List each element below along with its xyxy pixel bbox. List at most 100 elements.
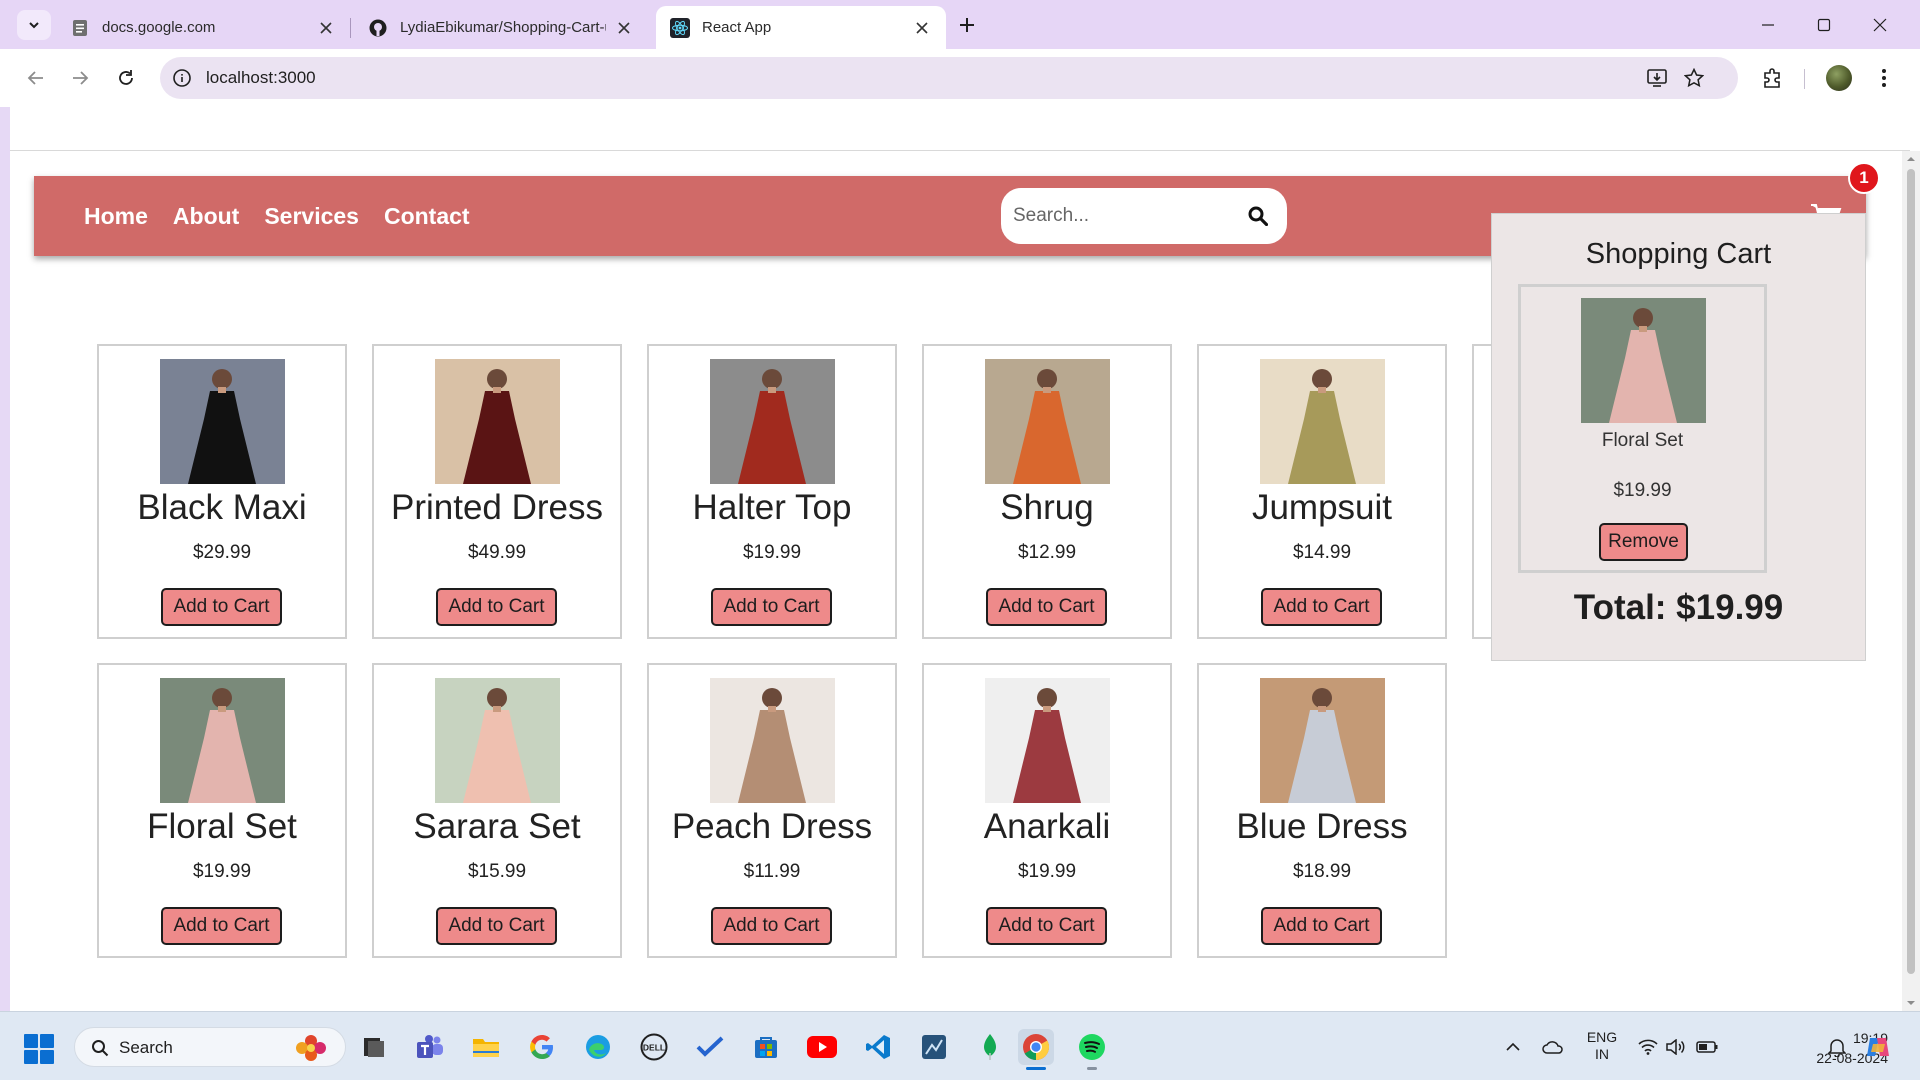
google-icon[interactable] bbox=[524, 1029, 560, 1065]
youtube-icon[interactable] bbox=[804, 1029, 840, 1065]
mongodb-icon[interactable] bbox=[972, 1029, 1008, 1065]
product-name: Peach Dress bbox=[671, 807, 873, 846]
back-button[interactable] bbox=[20, 62, 52, 94]
add-to-cart-button[interactable]: Add to Cart bbox=[161, 588, 282, 626]
page-scrollbar[interactable] bbox=[1902, 151, 1920, 1011]
onedrive-icon[interactable] bbox=[1540, 1034, 1566, 1060]
add-to-cart-button[interactable]: Add to Cart bbox=[436, 907, 557, 945]
notification-bell-icon[interactable] bbox=[1824, 1034, 1850, 1060]
add-to-cart-button[interactable]: Add to Cart bbox=[161, 907, 282, 945]
product-image bbox=[1260, 359, 1385, 484]
bookmark-star-icon[interactable] bbox=[1682, 66, 1706, 90]
add-to-cart-button[interactable]: Add to Cart bbox=[711, 907, 832, 945]
chrome-icon[interactable] bbox=[1018, 1029, 1054, 1070]
scroll-up-icon[interactable] bbox=[1907, 155, 1915, 163]
flower-icon bbox=[296, 1035, 326, 1061]
copilot-icon[interactable] bbox=[1862, 1034, 1894, 1060]
battery-icon[interactable] bbox=[1694, 1034, 1720, 1060]
close-icon[interactable] bbox=[614, 18, 634, 38]
address-bar[interactable]: localhost:3000 bbox=[160, 57, 1738, 99]
forward-button[interactable] bbox=[64, 62, 96, 94]
add-to-cart-button[interactable]: Add to Cart bbox=[1261, 907, 1382, 945]
new-tab-button[interactable] bbox=[954, 12, 980, 38]
show-hidden-icons[interactable] bbox=[1502, 1034, 1524, 1060]
product-price: $49.99 bbox=[467, 542, 527, 563]
product-grid: Black Maxi $29.99 Add to Cart Printed Dress… bbox=[97, 344, 1722, 958]
svg-text:DELL: DELL bbox=[643, 1043, 665, 1053]
minimize-button[interactable] bbox=[1740, 0, 1796, 49]
product-card: Floral Set $19.99 Add to Cart bbox=[97, 663, 347, 958]
cart-total: Total: $19.99 bbox=[1573, 588, 1784, 627]
task-view-icon[interactable] bbox=[356, 1029, 392, 1065]
product-image bbox=[985, 359, 1110, 484]
plus-icon bbox=[960, 18, 974, 32]
tab-github[interactable]: LydiaEbikumar/Shopping-Cart-u bbox=[354, 6, 648, 49]
product-card: Sarara Set $15.99 Add to Cart bbox=[372, 663, 622, 958]
add-to-cart-button[interactable]: Add to Cart bbox=[436, 588, 557, 626]
react-icon bbox=[670, 17, 690, 38]
reload-button[interactable] bbox=[110, 62, 142, 94]
extensions-icon[interactable] bbox=[1758, 64, 1786, 92]
maximize-icon bbox=[1817, 18, 1831, 31]
product-price: $19.99 bbox=[742, 542, 802, 563]
add-to-cart-button[interactable]: Add to Cart bbox=[711, 588, 832, 626]
divider bbox=[10, 150, 1910, 151]
product-image bbox=[160, 359, 285, 484]
search-icon bbox=[89, 1037, 111, 1059]
volume-icon[interactable] bbox=[1664, 1034, 1688, 1060]
search-icon[interactable] bbox=[1246, 204, 1270, 228]
remove-button[interactable]: Remove bbox=[1599, 523, 1688, 561]
tab-title: docs.google.com bbox=[102, 19, 216, 36]
product-price: $29.99 bbox=[192, 542, 252, 563]
nav-links: Home About Services Contact bbox=[84, 176, 470, 256]
edge-icon[interactable] bbox=[580, 1029, 616, 1065]
tab-react-app[interactable]: React App bbox=[656, 6, 946, 49]
close-icon[interactable] bbox=[912, 18, 932, 38]
vscode-icon[interactable] bbox=[860, 1029, 896, 1065]
wifi-icon[interactable] bbox=[1636, 1034, 1660, 1060]
search-input[interactable] bbox=[1013, 188, 1233, 244]
product-card: Jumpsuit $14.99 Add to Cart bbox=[1197, 344, 1447, 639]
start-button[interactable] bbox=[24, 1034, 54, 1064]
file-explorer-icon[interactable] bbox=[468, 1029, 504, 1065]
language-code: ENG bbox=[1586, 1029, 1618, 1045]
nav-services-link[interactable]: Services bbox=[264, 203, 359, 230]
maximize-button[interactable] bbox=[1796, 0, 1852, 49]
dell-icon[interactable]: DELL bbox=[636, 1029, 672, 1065]
product-price: $18.99 bbox=[1292, 861, 1352, 882]
product-name: Halter Top bbox=[692, 488, 852, 527]
menu-dots-icon[interactable] bbox=[1870, 64, 1898, 92]
url-text: localhost:3000 bbox=[206, 68, 316, 87]
tab-search-button[interactable] bbox=[17, 10, 51, 40]
product-price: $11.99 bbox=[743, 861, 801, 882]
tab-docs[interactable]: docs.google.com bbox=[56, 6, 351, 49]
tab-strip: docs.google.com LydiaEbikumar/Shopping-C… bbox=[0, 0, 1920, 49]
todo-icon[interactable] bbox=[692, 1029, 728, 1065]
product-price: $14.99 bbox=[1292, 542, 1352, 563]
product-name: Sarara Set bbox=[413, 807, 581, 846]
nav-about-link[interactable]: About bbox=[173, 203, 239, 230]
shopping-cart-panel: Shopping Cart Floral Set $19.99 Remove T… bbox=[1491, 213, 1866, 661]
install-app-icon[interactable] bbox=[1646, 66, 1670, 90]
arrow-right-icon bbox=[73, 71, 89, 85]
site-info-icon[interactable] bbox=[170, 66, 194, 90]
nav-contact-link[interactable]: Contact bbox=[384, 203, 470, 230]
close-icon[interactable] bbox=[316, 18, 336, 38]
taskbar-search[interactable]: Search bbox=[74, 1027, 346, 1067]
profile-avatar[interactable] bbox=[1826, 65, 1852, 91]
language-indicator[interactable]: ENG IN bbox=[1582, 1028, 1622, 1064]
add-to-cart-button[interactable]: Add to Cart bbox=[986, 907, 1107, 945]
product-image bbox=[985, 678, 1110, 803]
toolbar-divider bbox=[1804, 69, 1805, 89]
store-icon[interactable] bbox=[748, 1029, 784, 1065]
add-to-cart-button[interactable]: Add to Cart bbox=[986, 588, 1107, 626]
add-to-cart-button[interactable]: Add to Cart bbox=[1261, 588, 1382, 626]
app-gray-icon[interactable] bbox=[916, 1029, 952, 1065]
nav-home-link[interactable]: Home bbox=[84, 203, 148, 230]
close-window-button[interactable] bbox=[1852, 0, 1908, 49]
scroll-down-icon[interactable] bbox=[1907, 999, 1915, 1007]
scroll-thumb[interactable] bbox=[1907, 169, 1915, 974]
teams-icon[interactable] bbox=[412, 1029, 448, 1065]
product-price: $15.99 bbox=[467, 861, 527, 882]
spotify-icon[interactable] bbox=[1074, 1029, 1110, 1070]
